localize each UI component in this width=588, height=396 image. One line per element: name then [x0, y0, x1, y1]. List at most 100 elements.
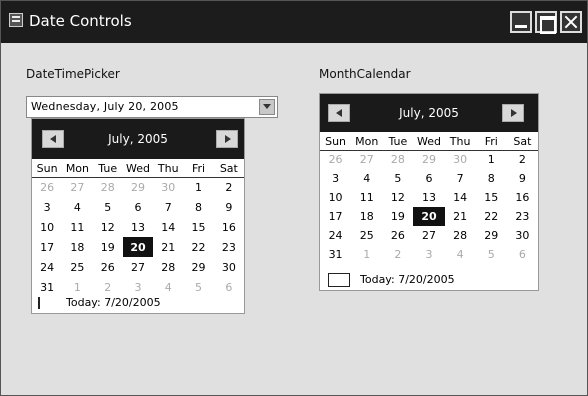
dtp-day-cell[interactable]: 14: [153, 217, 183, 237]
dtp-day-cell[interactable]: 28: [93, 177, 123, 197]
dtp-day-cell[interactable]: 30: [153, 177, 183, 197]
date-picker-combo[interactable]: Wednesday, July 20, 2005: [26, 96, 278, 118]
mc-day-cell[interactable]: 23: [507, 207, 538, 226]
mc-today-row[interactable]: Today: 7/20/2005: [320, 272, 538, 290]
mc-next-month-button[interactable]: [502, 104, 524, 122]
mc-day-cell[interactable]: 11: [351, 188, 382, 207]
dtp-day-cell[interactable]: 30: [214, 257, 244, 277]
dtp-day-cell[interactable]: 4: [62, 197, 92, 217]
mc-day-cell[interactable]: 29: [476, 226, 507, 245]
today-link[interactable]: Today: 7/20/2005: [66, 296, 161, 309]
month-calendar: July, 2005 Sun Mon Tue Wed Thu Fri Sat 26 27 28 29…: [319, 93, 539, 291]
dtp-day-cell[interactable]: 24: [32, 257, 62, 277]
mc-day-cell[interactable]: 6: [507, 245, 538, 264]
mc-day-cell[interactable]: 30: [507, 226, 538, 245]
dtp-day-cell[interactable]: 9: [214, 197, 244, 217]
dtp-dow-mon: Mon: [62, 161, 93, 178]
dtp-day-cell[interactable]: 22: [183, 237, 213, 257]
mc-day-cell[interactable]: 25: [351, 226, 382, 245]
mc-day-cell[interactable]: 14: [445, 188, 476, 207]
dtp-day-cell[interactable]: 7: [153, 197, 183, 217]
dtp-day-cell[interactable]: 27: [123, 257, 153, 277]
mc-day-cell[interactable]: 1: [351, 245, 382, 264]
mc-day-cell[interactable]: 29: [413, 150, 444, 169]
dtp-day-cell[interactable]: 27: [62, 177, 92, 197]
dtp-day-cell[interactable]: 5: [93, 197, 123, 217]
mc-day-cell[interactable]: 27: [351, 150, 382, 169]
dtp-day-cell[interactable]: 23: [214, 237, 244, 257]
mc-day-cell[interactable]: 26: [382, 226, 413, 245]
mc-day-cell[interactable]: 5: [476, 245, 507, 264]
dtp-day-cell[interactable]: 25: [62, 257, 92, 277]
mc-day-cell[interactable]: 22: [476, 207, 507, 226]
dtp-day-cell[interactable]: 3: [32, 197, 62, 217]
mc-day-cell[interactable]: 21: [445, 207, 476, 226]
mc-day-cell[interactable]: 16: [507, 188, 538, 207]
title-bar[interactable]: Date Controls: [1, 1, 587, 43]
mc-day-cell[interactable]: 18: [351, 207, 382, 226]
mc-day-cell[interactable]: 20: [413, 207, 445, 226]
dtp-day-cell[interactable]: 13: [123, 217, 153, 237]
mc-day-cell[interactable]: 3: [413, 245, 444, 264]
dtp-day-cell[interactable]: 20: [122, 237, 154, 257]
dtp-day-cell[interactable]: 2: [93, 277, 123, 297]
mc-day-cell[interactable]: 2: [507, 150, 538, 169]
mc-day-cell[interactable]: 8: [476, 169, 507, 188]
dtp-day-cell[interactable]: 10: [32, 217, 62, 237]
dtp-day-cell[interactable]: 19: [93, 237, 123, 257]
mc-day-cell[interactable]: 5: [382, 169, 413, 188]
next-month-button[interactable]: [216, 130, 238, 148]
mc-day-cell[interactable]: 9: [507, 169, 538, 188]
dtp-day-cell[interactable]: 2: [214, 177, 244, 197]
dtp-day-cell[interactable]: 18: [62, 237, 92, 257]
mc-day-cell[interactable]: 28: [445, 226, 476, 245]
mc-day-cell[interactable]: 2: [382, 245, 413, 264]
mc-day-cell[interactable]: 28: [382, 150, 413, 169]
minimize-button[interactable]: [510, 11, 532, 33]
calendar-month-label[interactable]: July, 2005: [32, 132, 244, 146]
dtp-day-cell[interactable]: 3: [123, 277, 153, 297]
mc-day-cell[interactable]: 7: [445, 169, 476, 188]
dtp-day-cell[interactable]: 11: [62, 217, 92, 237]
mc-day-cell[interactable]: 19: [382, 207, 413, 226]
dtp-day-cell[interactable]: 31: [32, 277, 62, 297]
dtp-day-cell[interactable]: 26: [93, 257, 123, 277]
dtp-day-cell[interactable]: 12: [93, 217, 123, 237]
close-button[interactable]: [560, 11, 582, 33]
mc-day-cell[interactable]: 12: [382, 188, 413, 207]
mc-day-cell[interactable]: 27: [413, 226, 444, 245]
dtp-day-cell[interactable]: 17: [32, 237, 62, 257]
mc-day-cell[interactable]: 15: [476, 188, 507, 207]
mc-day-cell[interactable]: 1: [476, 150, 507, 169]
dropdown-button[interactable]: [259, 99, 275, 115]
mc-day-cell[interactable]: 6: [413, 169, 444, 188]
maximize-button[interactable]: [535, 11, 557, 34]
mc-today-link[interactable]: Today: 7/20/2005: [360, 273, 455, 286]
dtp-day-cell[interactable]: 28: [153, 257, 183, 277]
mc-day-cell[interactable]: 31: [320, 245, 351, 264]
dtp-day-cell[interactable]: 29: [183, 257, 213, 277]
dtp-day-cell[interactable]: 8: [183, 197, 213, 217]
mc-day-cell[interactable]: 4: [351, 169, 382, 188]
today-row[interactable]: Today: 7/20/2005: [32, 296, 244, 312]
dtp-day-cell[interactable]: 6: [123, 197, 153, 217]
mc-day-cell[interactable]: 4: [445, 245, 476, 264]
dtp-day-cell[interactable]: 5: [183, 277, 213, 297]
mc-day-cell[interactable]: 24: [320, 226, 351, 245]
mc-day-cell[interactable]: 10: [320, 188, 351, 207]
mc-day-cell[interactable]: 17: [320, 207, 351, 226]
mc-week-row: 17 18 19 20 21 22 23: [320, 207, 538, 226]
dtp-day-cell[interactable]: 4: [153, 277, 183, 297]
dtp-day-cell[interactable]: 16: [214, 217, 244, 237]
dtp-day-cell[interactable]: 1: [62, 277, 92, 297]
dtp-day-cell[interactable]: 26: [32, 177, 62, 197]
mc-day-cell[interactable]: 3: [320, 169, 351, 188]
dtp-day-cell[interactable]: 6: [214, 277, 244, 297]
mc-day-cell[interactable]: 30: [445, 150, 476, 169]
dtp-day-cell[interactable]: 1: [183, 177, 213, 197]
dtp-day-cell[interactable]: 21: [153, 237, 183, 257]
mc-day-cell[interactable]: 26: [320, 150, 351, 169]
mc-day-cell[interactable]: 13: [413, 188, 444, 207]
dtp-day-cell[interactable]: 15: [183, 217, 213, 237]
dtp-day-cell[interactable]: 29: [123, 177, 153, 197]
